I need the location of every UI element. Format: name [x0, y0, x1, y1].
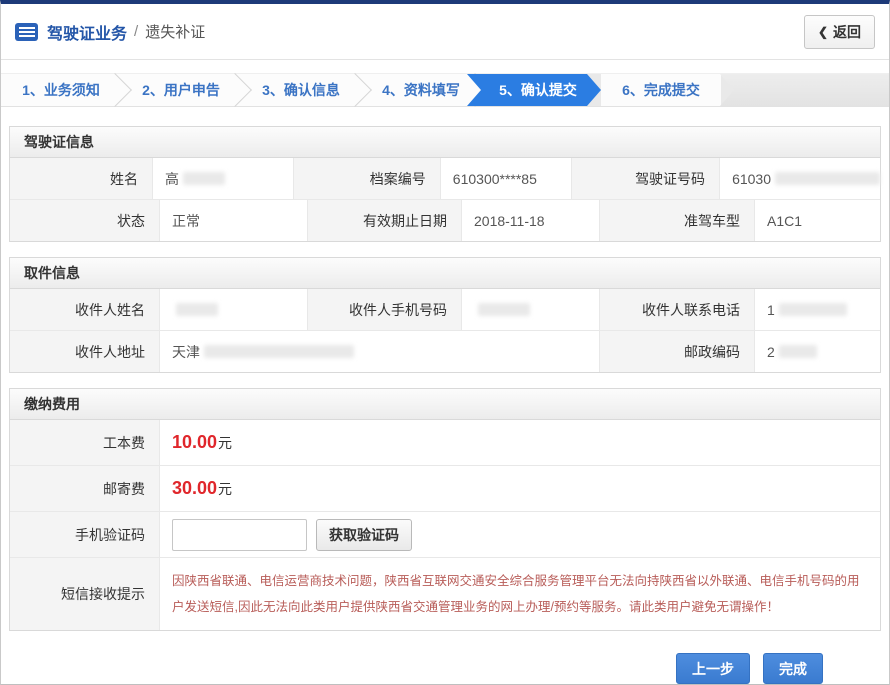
production-fee-label: 工本费	[10, 420, 160, 465]
redacted-postal-code	[779, 345, 817, 358]
list-icon	[15, 23, 38, 41]
production-fee-amount: 10.00	[172, 432, 217, 453]
redacted-address	[204, 345, 354, 358]
page-title: 驾驶证业务	[47, 20, 127, 44]
step-4-fill-data[interactable]: 4、资料填写	[361, 74, 481, 106]
name-value: 高	[153, 158, 294, 199]
redacted-recipient-mobile	[478, 303, 530, 316]
file-no-label: 档案编号	[294, 158, 441, 199]
sms-code-input[interactable]	[172, 519, 307, 551]
file-no-value: 610300****85	[441, 158, 573, 199]
finish-button[interactable]: 完成	[763, 653, 823, 684]
page-header: 驾驶证业务 / 遗失补证 ❮ 返回	[1, 4, 889, 60]
step-1-notice[interactable]: 1、业务须知	[1, 74, 121, 106]
postage-fee-value: 30.00元	[160, 466, 880, 511]
fees-section-title: 缴纳费用	[10, 389, 880, 420]
sms-code-cell: 获取验证码	[160, 512, 880, 557]
breadcrumb-current: 遗失补证	[145, 21, 205, 42]
recipient-name-label: 收件人姓名	[10, 289, 160, 330]
redacted-recipient-name	[176, 303, 218, 316]
currency-unit: 元	[218, 433, 232, 453]
step-bar-filler	[720, 74, 889, 106]
step-3-confirm-info[interactable]: 3、确认信息	[241, 74, 361, 106]
recipient-mobile-value	[462, 289, 600, 330]
step-5-confirm-submit[interactable]: 5、确认提交	[467, 74, 601, 106]
recipient-phone-label: 收件人联系电话	[600, 289, 755, 330]
sms-code-label: 手机验证码	[10, 512, 160, 557]
step-2-declare[interactable]: 2、用户申告	[121, 74, 241, 106]
back-button[interactable]: ❮ 返回	[804, 15, 875, 49]
expiry-value: 2018-11-18	[462, 200, 600, 241]
fees-section: 缴纳费用 工本费 10.00元 邮寄费 30.00元 手机验证码 获取验证码 短…	[9, 388, 881, 631]
table-row: 姓名 高 档案编号 610300****85 驾驶证号码 61030	[10, 158, 880, 199]
redacted-name	[183, 172, 225, 185]
license-info-section: 驾驶证信息 姓名 高 档案编号 610300****85 驾驶证号码 61030…	[9, 126, 881, 242]
expiry-label: 有效期止日期	[308, 200, 462, 241]
vehicle-type-label: 准驾车型	[600, 200, 755, 241]
status-label: 状态	[10, 200, 160, 241]
address-label: 收件人地址	[10, 331, 160, 372]
license-no-label: 驾驶证号码	[572, 158, 720, 199]
page: 驾驶证业务 / 遗失补证 ❮ 返回 1、业务须知 2、用户申告 3、确认信息 4…	[0, 0, 890, 685]
table-row: 手机验证码 获取验证码	[10, 511, 880, 557]
breadcrumb-separator: /	[134, 23, 138, 40]
table-row: 状态 正常 有效期止日期 2018-11-18 准驾车型 A1C1	[10, 199, 880, 241]
license-no-value: 61030	[720, 158, 880, 199]
status-value: 正常	[160, 200, 308, 241]
table-row: 工本费 10.00元	[10, 420, 880, 465]
table-row: 收件人姓名 收件人手机号码 收件人联系电话 1	[10, 289, 880, 330]
vehicle-type-value: A1C1	[755, 200, 880, 241]
currency-unit: 元	[218, 479, 232, 499]
pickup-section-title: 取件信息	[10, 258, 880, 289]
name-label: 姓名	[10, 158, 153, 199]
license-section-title: 驾驶证信息	[10, 127, 880, 158]
table-row: 邮寄费 30.00元	[10, 465, 880, 511]
get-code-button[interactable]: 获取验证码	[316, 519, 412, 551]
footer-actions: 上一步 完成	[1, 653, 823, 684]
postage-fee-label: 邮寄费	[10, 466, 160, 511]
address-value: 天津	[160, 331, 600, 372]
production-fee-value: 10.00元	[160, 420, 880, 465]
sms-notice-cell: 因陕西省联通、电信运营商技术问题，陕西省互联网交通安全综合服务管理平台无法向持陕…	[160, 558, 880, 630]
redacted-recipient-phone	[779, 303, 847, 316]
redacted-license-no	[775, 172, 880, 185]
sms-notice-text: 因陕西省联通、电信运营商技术问题，陕西省互联网交通安全综合服务管理平台无法向持陕…	[172, 568, 862, 620]
postal-code-label: 邮政编码	[600, 331, 755, 372]
recipient-name-value	[160, 289, 308, 330]
sms-notice-label: 短信接收提示	[10, 558, 160, 630]
chevron-left-icon: ❮	[818, 25, 828, 39]
previous-step-button[interactable]: 上一步	[676, 653, 750, 684]
table-row: 短信接收提示 因陕西省联通、电信运营商技术问题，陕西省互联网交通安全综合服务管理…	[10, 557, 880, 630]
postage-fee-amount: 30.00	[172, 478, 217, 499]
step-6-complete[interactable]: 6、完成提交	[601, 74, 721, 106]
recipient-mobile-label: 收件人手机号码	[308, 289, 462, 330]
postal-code-value: 2	[755, 331, 880, 372]
pickup-info-section: 取件信息 收件人姓名 收件人手机号码 收件人联系电话 1 收件人地址 天津 邮政…	[9, 257, 881, 373]
step-tabs: 1、业务须知 2、用户申告 3、确认信息 4、资料填写 5、确认提交 6、完成提…	[1, 73, 889, 107]
table-row: 收件人地址 天津 邮政编码 2	[10, 330, 880, 372]
recipient-phone-value: 1	[755, 289, 880, 330]
back-button-label: 返回	[833, 22, 861, 42]
